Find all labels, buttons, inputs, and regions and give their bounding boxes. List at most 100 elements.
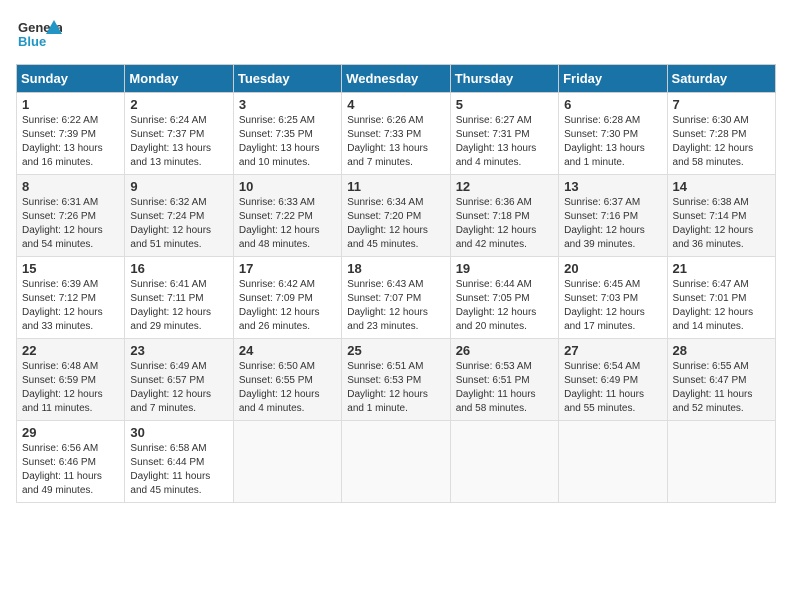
calendar-week-row: 1 Sunrise: 6:22 AM Sunset: 7:39 PM Daylig… — [17, 93, 776, 175]
day-info: Sunrise: 6:44 AM Sunset: 7:05 PM Dayligh… — [456, 278, 553, 334]
calendar-week-row: 8 Sunrise: 6:31 AM Sunset: 7:26 PM Daylig… — [17, 175, 776, 257]
day-number: 19 — [456, 261, 553, 276]
calendar-cell: 23 Sunrise: 6:49 AM Sunset: 6:57 PM Dayli… — [125, 339, 233, 421]
header: General Blue — [16, 16, 776, 52]
day-info: Sunrise: 6:32 AM Sunset: 7:24 PM Dayligh… — [130, 196, 227, 252]
calendar-cell: 22Sunrise: 6:48 AM Sunset: 6:59 PM Dayli… — [17, 339, 125, 421]
calendar-cell — [667, 421, 775, 503]
day-number: 25 — [347, 343, 444, 358]
day-info: Sunrise: 6:43 AM Sunset: 7:07 PM Dayligh… — [347, 278, 444, 334]
day-info: Sunrise: 6:31 AM Sunset: 7:26 PM Dayligh… — [22, 196, 119, 252]
day-info: Sunrise: 6:53 AM Sunset: 6:51 PM Dayligh… — [456, 360, 553, 416]
day-number: 1 — [22, 97, 119, 112]
calendar-cell: 9 Sunrise: 6:32 AM Sunset: 7:24 PM Daylig… — [125, 175, 233, 257]
day-number: 4 — [347, 97, 444, 112]
day-number: 8 — [22, 179, 119, 194]
logo-icon: General Blue — [16, 16, 62, 52]
day-info: Sunrise: 6:26 AM Sunset: 7:33 PM Dayligh… — [347, 114, 444, 170]
day-number: 14 — [673, 179, 770, 194]
day-number: 10 — [239, 179, 336, 194]
calendar-cell: 17Sunrise: 6:42 AM Sunset: 7:09 PM Dayli… — [233, 257, 341, 339]
calendar-cell: 25 Sunrise: 6:51 AM Sunset: 6:53 PM Dayli… — [342, 339, 450, 421]
calendar-cell: 21 Sunrise: 6:47 AM Sunset: 7:01 PM Dayli… — [667, 257, 775, 339]
day-number: 9 — [130, 179, 227, 194]
day-info: Sunrise: 6:51 AM Sunset: 6:53 PM Dayligh… — [347, 360, 444, 416]
calendar-cell: 20 Sunrise: 6:45 AM Sunset: 7:03 PM Dayli… — [559, 257, 667, 339]
day-info: Sunrise: 6:36 AM Sunset: 7:18 PM Dayligh… — [456, 196, 553, 252]
day-info: Sunrise: 6:47 AM Sunset: 7:01 PM Dayligh… — [673, 278, 770, 334]
day-info: Sunrise: 6:22 AM Sunset: 7:39 PM Dayligh… — [22, 114, 119, 170]
calendar-cell: 18 Sunrise: 6:43 AM Sunset: 7:07 PM Dayli… — [342, 257, 450, 339]
day-info: Sunrise: 6:49 AM Sunset: 6:57 PM Dayligh… — [130, 360, 227, 416]
calendar-cell: 11Sunrise: 6:34 AM Sunset: 7:20 PM Dayli… — [342, 175, 450, 257]
day-info: Sunrise: 6:45 AM Sunset: 7:03 PM Dayligh… — [564, 278, 661, 334]
day-number: 5 — [456, 97, 553, 112]
calendar-header-thursday: Thursday — [450, 65, 558, 93]
calendar-week-row: 22Sunrise: 6:48 AM Sunset: 6:59 PM Dayli… — [17, 339, 776, 421]
day-info: Sunrise: 6:38 AM Sunset: 7:14 PM Dayligh… — [673, 196, 770, 252]
day-info: Sunrise: 6:30 AM Sunset: 7:28 PM Dayligh… — [673, 114, 770, 170]
day-info: Sunrise: 6:55 AM Sunset: 6:47 PM Dayligh… — [673, 360, 770, 416]
calendar-cell: 13 Sunrise: 6:37 AM Sunset: 7:16 PM Dayli… — [559, 175, 667, 257]
day-number: 30 — [130, 425, 227, 440]
day-info: Sunrise: 6:25 AM Sunset: 7:35 PM Dayligh… — [239, 114, 336, 170]
calendar-header-sunday: Sunday — [17, 65, 125, 93]
calendar-cell: 4 Sunrise: 6:26 AM Sunset: 7:33 PM Daylig… — [342, 93, 450, 175]
day-number: 21 — [673, 261, 770, 276]
calendar-cell — [233, 421, 341, 503]
day-info: Sunrise: 6:28 AM Sunset: 7:30 PM Dayligh… — [564, 114, 661, 170]
day-info: Sunrise: 6:27 AM Sunset: 7:31 PM Dayligh… — [456, 114, 553, 170]
day-number: 24 — [239, 343, 336, 358]
calendar-cell: 2 Sunrise: 6:24 AM Sunset: 7:37 PM Daylig… — [125, 93, 233, 175]
day-number: 13 — [564, 179, 661, 194]
calendar-header-monday: Monday — [125, 65, 233, 93]
day-number: 12 — [456, 179, 553, 194]
calendar-cell: 6 Sunrise: 6:28 AM Sunset: 7:30 PM Daylig… — [559, 93, 667, 175]
calendar-cell: 30 Sunrise: 6:58 AM Sunset: 6:44 PM Dayli… — [125, 421, 233, 503]
calendar-cell: 19 Sunrise: 6:44 AM Sunset: 7:05 PM Dayli… — [450, 257, 558, 339]
calendar-week-row: 15 Sunrise: 6:39 AM Sunset: 7:12 PM Dayli… — [17, 257, 776, 339]
calendar-table: SundayMondayTuesdayWednesdayThursdayFrid… — [16, 64, 776, 503]
day-number: 26 — [456, 343, 553, 358]
day-number: 27 — [564, 343, 661, 358]
day-number: 16 — [130, 261, 227, 276]
calendar-cell: 27 Sunrise: 6:54 AM Sunset: 6:49 PM Dayli… — [559, 339, 667, 421]
day-number: 20 — [564, 261, 661, 276]
calendar-header-tuesday: Tuesday — [233, 65, 341, 93]
calendar-cell: 3Sunrise: 6:25 AM Sunset: 7:35 PM Daylig… — [233, 93, 341, 175]
day-info: Sunrise: 6:37 AM Sunset: 7:16 PM Dayligh… — [564, 196, 661, 252]
day-number: 18 — [347, 261, 444, 276]
calendar-cell: 5 Sunrise: 6:27 AM Sunset: 7:31 PM Daylig… — [450, 93, 558, 175]
day-info: Sunrise: 6:54 AM Sunset: 6:49 PM Dayligh… — [564, 360, 661, 416]
day-number: 2 — [130, 97, 227, 112]
day-number: 15 — [22, 261, 119, 276]
day-info: Sunrise: 6:50 AM Sunset: 6:55 PM Dayligh… — [239, 360, 336, 416]
day-number: 6 — [564, 97, 661, 112]
calendar-cell: 8 Sunrise: 6:31 AM Sunset: 7:26 PM Daylig… — [17, 175, 125, 257]
calendar-cell — [450, 421, 558, 503]
day-info: Sunrise: 6:41 AM Sunset: 7:11 PM Dayligh… — [130, 278, 227, 334]
calendar-header-row: SundayMondayTuesdayWednesdayThursdayFrid… — [17, 65, 776, 93]
calendar-cell: 24 Sunrise: 6:50 AM Sunset: 6:55 PM Dayli… — [233, 339, 341, 421]
day-number: 28 — [673, 343, 770, 358]
day-info: Sunrise: 6:24 AM Sunset: 7:37 PM Dayligh… — [130, 114, 227, 170]
day-info: Sunrise: 6:48 AM Sunset: 6:59 PM Dayligh… — [22, 360, 119, 416]
calendar-cell: 26 Sunrise: 6:53 AM Sunset: 6:51 PM Dayli… — [450, 339, 558, 421]
day-info: Sunrise: 6:33 AM Sunset: 7:22 PM Dayligh… — [239, 196, 336, 252]
calendar-cell: 1 Sunrise: 6:22 AM Sunset: 7:39 PM Daylig… — [17, 93, 125, 175]
calendar-cell: 29Sunrise: 6:56 AM Sunset: 6:46 PM Dayli… — [17, 421, 125, 503]
calendar-week-row: 29Sunrise: 6:56 AM Sunset: 6:46 PM Dayli… — [17, 421, 776, 503]
calendar-cell: 28 Sunrise: 6:55 AM Sunset: 6:47 PM Dayli… — [667, 339, 775, 421]
calendar-cell: 7 Sunrise: 6:30 AM Sunset: 7:28 PM Daylig… — [667, 93, 775, 175]
calendar-cell: 14 Sunrise: 6:38 AM Sunset: 7:14 PM Dayli… — [667, 175, 775, 257]
day-info: Sunrise: 6:56 AM Sunset: 6:46 PM Dayligh… — [22, 442, 119, 498]
calendar-cell — [559, 421, 667, 503]
calendar-cell: 15 Sunrise: 6:39 AM Sunset: 7:12 PM Dayli… — [17, 257, 125, 339]
day-info: Sunrise: 6:58 AM Sunset: 6:44 PM Dayligh… — [130, 442, 227, 498]
day-number: 7 — [673, 97, 770, 112]
day-number: 23 — [130, 343, 227, 358]
day-info: Sunrise: 6:42 AM Sunset: 7:09 PM Dayligh… — [239, 278, 336, 334]
calendar-cell: 10 Sunrise: 6:33 AM Sunset: 7:22 PM Dayli… — [233, 175, 341, 257]
day-info: Sunrise: 6:39 AM Sunset: 7:12 PM Dayligh… — [22, 278, 119, 334]
calendar-cell: 12 Sunrise: 6:36 AM Sunset: 7:18 PM Dayli… — [450, 175, 558, 257]
